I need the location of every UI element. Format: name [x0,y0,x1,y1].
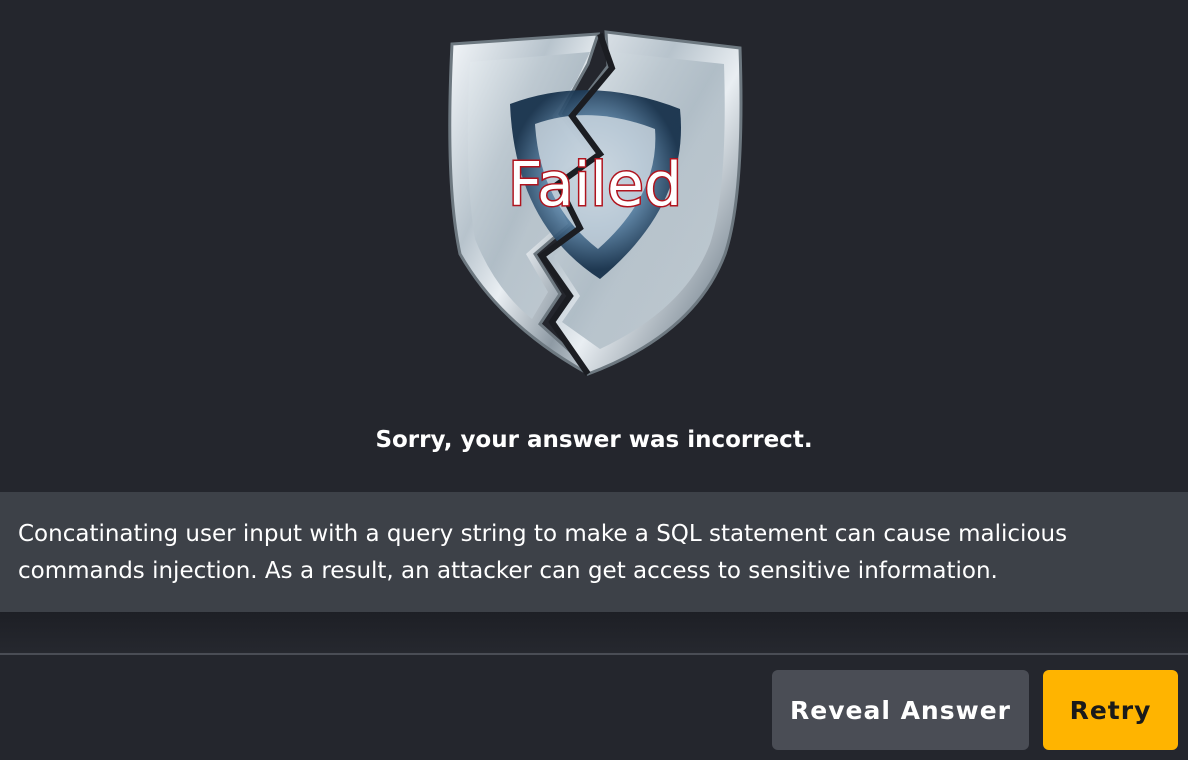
result-screen: Failed Sorry, your answer was incorrect.… [0,0,1188,760]
reveal-answer-button[interactable]: Reveal Answer [772,670,1029,750]
explanation-text: Concatinating user input with a query st… [18,521,1068,584]
explanation-panel: Concatinating user input with a query st… [0,492,1188,612]
retry-button[interactable]: Retry [1043,670,1178,750]
failed-label: Failed [506,149,683,222]
result-message: Sorry, your answer was incorrect. [375,427,813,453]
footer-divider [0,653,1188,655]
spacer [0,612,1188,654]
